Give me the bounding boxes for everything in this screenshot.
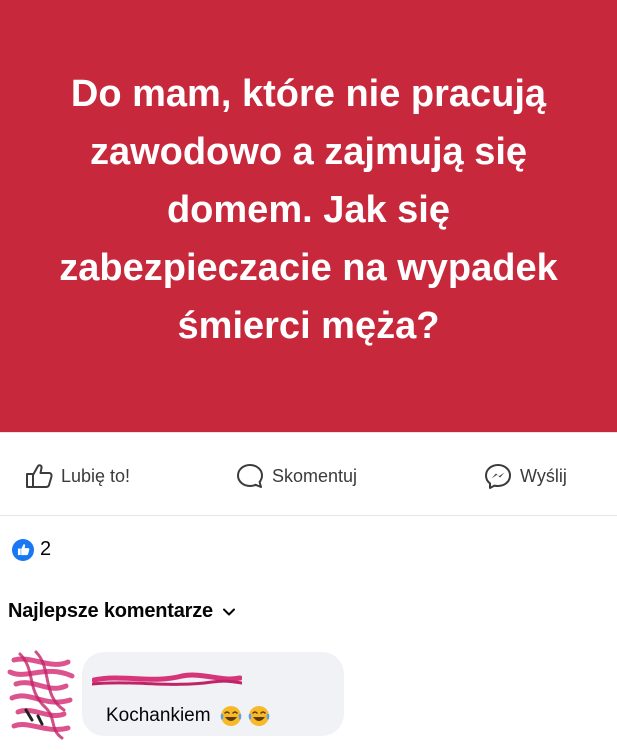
comment-bubble-icon	[237, 464, 263, 488]
comment-text-row: Kochankiem	[106, 704, 271, 728]
comment-label: Skomentuj	[272, 465, 358, 486]
laughing-tears-emoji	[220, 706, 241, 726]
avatar[interactable]	[6, 650, 76, 740]
thumbs-up-icon	[12, 538, 34, 561]
like-label: Lubię to!	[61, 465, 131, 486]
post-text: Do mam, które nie pracują zawodowo a zaj…	[59, 73, 558, 347]
post-background-banner: Do mam, które nie pracują zawodowo a zaj…	[0, 0, 617, 432]
reaction-count: 2	[40, 538, 52, 560]
laughing-tears-emoji	[248, 706, 269, 726]
post-action-bar: Lubię to! Skomentuj Wyślij	[0, 432, 617, 516]
sort-label: Najlepsze komentarze	[8, 600, 213, 622]
thumbs-up-icon	[26, 464, 53, 488]
chevron-down-icon	[222, 608, 235, 616]
send-label: Wyślij	[520, 465, 567, 486]
redacted-commenter-name	[92, 672, 242, 686]
comment-text: Kochankiem	[106, 705, 211, 726]
reaction-summary[interactable]: 2	[12, 538, 51, 561]
comment-sort-dropdown[interactable]: Najlepsze komentarze	[8, 600, 235, 623]
messenger-icon	[485, 464, 511, 489]
like-button[interactable]: Lubię to!	[25, 463, 130, 489]
send-button[interactable]: Wyślij	[484, 463, 567, 489]
comment-button[interactable]: Skomentuj	[236, 463, 357, 489]
